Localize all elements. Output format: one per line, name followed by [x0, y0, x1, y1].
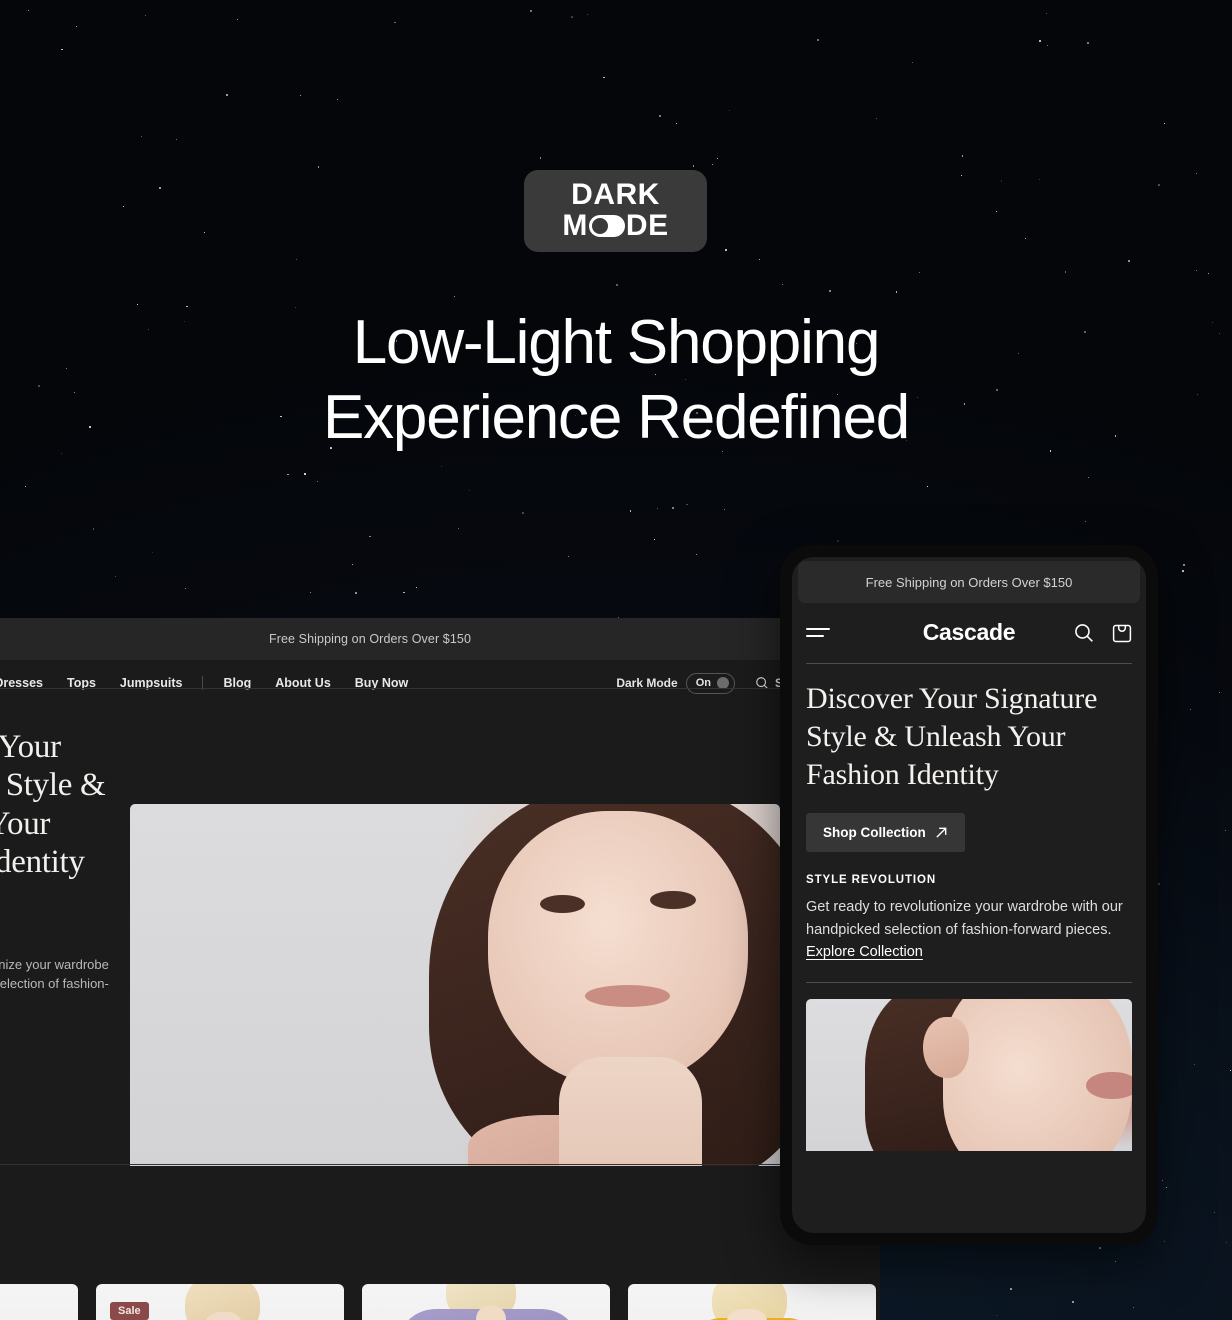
hero-bottom-divider: [0, 1164, 880, 1165]
logo-mode-de: DE: [625, 209, 669, 242]
hero-top-divider: [0, 688, 880, 689]
desktop-hero-body: Get ready to revolutionize your wardrobe…: [0, 957, 109, 991]
desktop-navbar: os ⌄ Shop Dresses Tops Jumpsuits Blog Ab…: [0, 660, 880, 706]
mobile-header-actions: [1073, 622, 1132, 643]
product-card[interactable]: [362, 1284, 610, 1320]
explore-collection-link[interactable]: Explore Collection: [806, 944, 923, 960]
logo-line-mode: M DE: [562, 209, 669, 242]
mobile-eyebrow-label: STYLE REVOLUTION: [806, 874, 937, 887]
shop-collection-button[interactable]: Shop Collection: [806, 813, 965, 853]
logo-line-dark: DARK: [571, 178, 660, 212]
arrow-up-right-icon: [936, 827, 947, 838]
headline-line-2: Experience Redefined: [322, 383, 910, 453]
desktop-hero-image: [130, 804, 780, 1166]
status-badge: Sale: [110, 1302, 149, 1320]
shop-collection-label: Shop Collection: [823, 825, 926, 841]
mobile-preview-mockup: Free Shipping on Orders Over $150 Cascad…: [780, 545, 1158, 1245]
mobile-hero-title: Discover Your Signature Style & Unleash …: [806, 682, 1098, 792]
mobile-hero-paragraph: Get ready to revolutionize your wardrobe…: [806, 896, 1132, 963]
mobile-promo-banner: Free Shipping on Orders Over $150: [798, 561, 1140, 603]
mobile-paragraph-text: Get ready to revolutionize your wardrobe…: [806, 899, 1123, 938]
dark-mode-toggle[interactable]: On: [685, 672, 735, 694]
desktop-hero-copy: Discover Your Signature Style & Unleash …: [0, 728, 130, 881]
toggle-switch-icon: [588, 215, 625, 238]
shopping-bag-icon[interactable]: [1112, 622, 1132, 643]
product-card[interactable]: [628, 1284, 876, 1320]
logo-mode-m: M: [562, 209, 588, 242]
mobile-hero-section: Discover Your Signature Style & Unleash …: [792, 664, 1146, 1151]
desktop-hero-section: Discover Your Signature Style & Unleash …: [0, 688, 880, 1320]
mobile-screen: Free Shipping on Orders Over $150 Cascad…: [792, 557, 1146, 1233]
hamburger-menu-icon[interactable]: [806, 627, 830, 637]
search-icon[interactable]: [1073, 622, 1094, 643]
headline-line-1: Low-Light Shopping: [352, 308, 881, 377]
page-title: Low-Light Shopping Experience Redefined: [0, 305, 1232, 455]
mobile-hero-image: [806, 998, 1132, 1151]
desktop-hero-title: Discover Your Signature Style & Unleash …: [0, 729, 106, 880]
dark-mode-logo-badge: DARK M DE: [524, 170, 707, 252]
product-card[interactable]: [0, 1284, 78, 1320]
desktop-product-grid: Sale: [0, 1284, 880, 1320]
product-card[interactable]: Sale: [96, 1284, 344, 1320]
mobile-section-divider: [806, 981, 1132, 983]
desktop-promo-banner: Free Shipping on Orders Over $150: [0, 618, 880, 660]
desktop-preview-panel: Free Shipping on Orders Over $150 os ⌄ S…: [0, 618, 880, 1320]
mobile-header: Cascade: [792, 603, 1146, 661]
desktop-nav-primary: os ⌄ Shop Dresses Tops Jumpsuits Blog Ab…: [0, 674, 420, 692]
